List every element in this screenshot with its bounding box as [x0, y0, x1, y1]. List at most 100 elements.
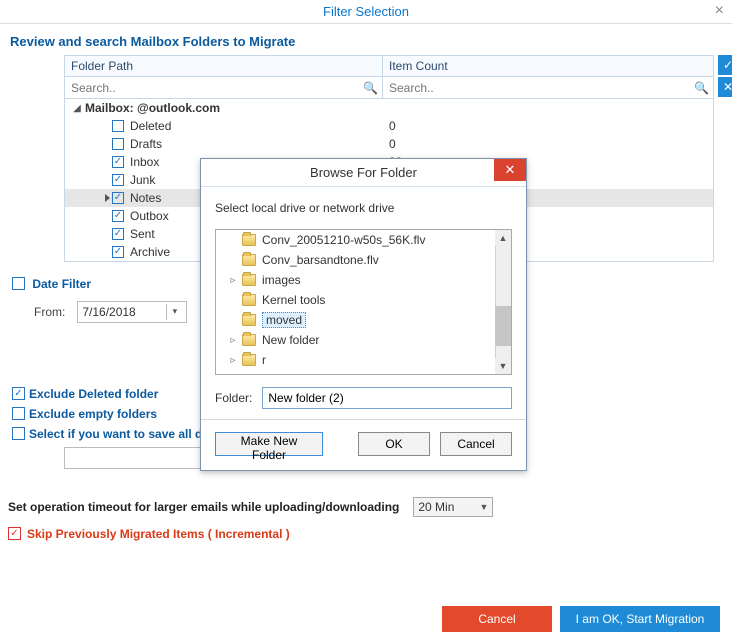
- timeout-select[interactable]: 20 Min ▼: [413, 497, 493, 517]
- date-from-input[interactable]: 7/16/2018 ▾: [77, 301, 187, 323]
- folder-label: Sent: [130, 227, 155, 241]
- mailbox-root-row[interactable]: ◢ Mailbox: @outlook.com: [65, 99, 713, 117]
- item-count: 0: [383, 137, 713, 151]
- date-filter-checkbox[interactable]: [12, 277, 25, 290]
- dialog-folder-input[interactable]: [262, 387, 512, 409]
- folder-row[interactable]: Deleted 0: [65, 117, 713, 135]
- dialog-tree-item[interactable]: ▹r: [216, 350, 511, 370]
- expand-icon[interactable]: ▹: [228, 355, 238, 366]
- folder-checkbox[interactable]: [112, 138, 124, 150]
- exclude-deleted-label: Exclude Deleted folder: [29, 387, 158, 401]
- dialog-item-label: Conv_barsandtone.flv: [262, 253, 379, 267]
- folder-label: Outbox: [130, 209, 169, 223]
- col-header-folder[interactable]: Folder Path: [65, 56, 383, 76]
- col-header-count[interactable]: Item Count: [383, 56, 713, 76]
- uncheck-all-button[interactable]: ✕: [718, 77, 732, 97]
- dialog-title: Browse For Folder: [310, 165, 417, 180]
- window-header: Filter Selection ×: [0, 0, 732, 24]
- check-all-button[interactable]: ✓: [718, 55, 732, 75]
- folder-label: Deleted: [130, 119, 171, 133]
- chevron-down-icon[interactable]: ▼: [479, 502, 488, 512]
- scroll-thumb[interactable]: [495, 306, 511, 346]
- close-icon[interactable]: ×: [715, 2, 724, 20]
- folder-icon: [242, 294, 256, 306]
- collapse-icon[interactable]: ◢: [71, 103, 83, 114]
- dialog-cancel-button[interactable]: Cancel: [440, 432, 512, 456]
- folder-row[interactable]: Drafts0: [65, 135, 713, 153]
- folder-checkbox[interactable]: [112, 228, 124, 240]
- skip-row[interactable]: Skip Previously Migrated Items ( Increme…: [8, 527, 732, 541]
- expand-icon[interactable]: ▹: [228, 335, 238, 346]
- dialog-item-label: r: [262, 353, 266, 367]
- scroll-up-icon[interactable]: ▲: [495, 230, 511, 246]
- item-count: 0: [383, 119, 713, 133]
- date-from-label: From:: [34, 305, 65, 319]
- folder-checkbox[interactable]: [112, 192, 124, 204]
- grid-search-row: 🔍 🔍: [64, 77, 714, 99]
- folder-icon: [242, 354, 256, 366]
- skip-label: Skip Previously Migrated Items ( Increme…: [27, 527, 290, 541]
- folder-checkbox[interactable]: [112, 210, 124, 222]
- browse-folder-dialog: Browse For Folder ✕ Select local drive o…: [200, 158, 527, 471]
- dialog-tree-item[interactable]: moved: [216, 310, 511, 330]
- window-title: Filter Selection: [323, 4, 409, 19]
- folder-checkbox[interactable]: [112, 120, 124, 132]
- exclude-deleted-checkbox[interactable]: [12, 387, 25, 400]
- dialog-tree-item[interactable]: Conv_barsandtone.flv: [216, 250, 511, 270]
- dialog-folder-row: Folder:: [201, 375, 526, 409]
- folder-checkbox[interactable]: [112, 246, 124, 258]
- search-icon[interactable]: 🔍: [363, 81, 378, 95]
- timeout-value: 20 Min: [418, 500, 454, 514]
- search-icon[interactable]: 🔍: [694, 81, 709, 95]
- start-migration-button[interactable]: I am OK, Start Migration: [560, 606, 720, 632]
- timeout-row: Set operation timeout for larger emails …: [8, 497, 732, 517]
- grid-header: Folder Path Item Count: [64, 55, 714, 77]
- folder-checkbox[interactable]: [112, 156, 124, 168]
- date-filter-label: Date Filter: [32, 277, 91, 291]
- dialog-tree-item[interactable]: Kernel tools: [216, 290, 511, 310]
- footer-buttons: Cancel I am OK, Start Migration: [442, 606, 720, 632]
- dialog-tree-item[interactable]: ▹ images: [216, 270, 511, 290]
- dialog-ok-button[interactable]: OK: [358, 432, 430, 456]
- side-buttons: ✓ ✕: [718, 55, 732, 99]
- dialog-tree-item[interactable]: Conv_20051210-w50s_56K.flv: [216, 230, 511, 250]
- dialog-item-label: images: [262, 273, 301, 287]
- dialog-titlebar[interactable]: Browse For Folder ✕: [201, 159, 526, 187]
- folder-label: Junk: [130, 173, 155, 187]
- save-all-checkbox[interactable]: [12, 427, 25, 440]
- folder-search-input[interactable]: [69, 80, 359, 96]
- skip-checkbox[interactable]: [8, 527, 21, 540]
- dialog-close-button[interactable]: ✕: [494, 159, 526, 181]
- dialog-tree-item[interactable]: ▹New folder: [216, 330, 511, 350]
- dialog-subtitle: Select local drive or network drive: [201, 187, 526, 221]
- folder-label: Notes: [130, 191, 161, 205]
- folder-icon: [242, 254, 256, 266]
- folder-icon: [242, 234, 256, 246]
- mailbox-label: Mailbox: @outlook.com: [85, 101, 220, 115]
- expand-icon[interactable]: ▹: [228, 275, 238, 286]
- folder-icon: [242, 314, 256, 326]
- timeout-label: Set operation timeout for larger emails …: [8, 500, 399, 514]
- save-all-label: Select if you want to save all data: [29, 427, 220, 441]
- count-search-input[interactable]: [387, 80, 690, 96]
- chevron-down-icon[interactable]: ▾: [166, 304, 182, 320]
- dialog-buttons: Make New Folder OK Cancel: [201, 420, 526, 470]
- folder-checkbox[interactable]: [112, 174, 124, 186]
- dialog-folder-label: Folder:: [215, 391, 252, 405]
- scrollbar[interactable]: ▲ ▼: [495, 230, 511, 374]
- folder-icon: [242, 334, 256, 346]
- expand-icon[interactable]: [105, 194, 110, 202]
- scroll-down-icon[interactable]: ▼: [495, 358, 511, 374]
- exclude-empty-label: Exclude empty folders: [29, 407, 157, 421]
- dialog-item-label: Kernel tools: [262, 293, 325, 307]
- page-instructions: Review and search Mailbox Folders to Mig…: [0, 24, 732, 55]
- folder-icon: [242, 274, 256, 286]
- cancel-button[interactable]: Cancel: [442, 606, 552, 632]
- dialog-folder-tree[interactable]: Conv_20051210-w50s_56K.flv Conv_barsandto…: [215, 229, 512, 375]
- make-new-folder-button[interactable]: Make New Folder: [215, 432, 323, 456]
- dialog-item-label: moved: [262, 312, 306, 328]
- exclude-empty-checkbox[interactable]: [12, 407, 25, 420]
- folder-label: Inbox: [130, 155, 159, 169]
- date-from-value: 7/16/2018: [82, 305, 135, 319]
- folder-label: Archive: [130, 245, 170, 259]
